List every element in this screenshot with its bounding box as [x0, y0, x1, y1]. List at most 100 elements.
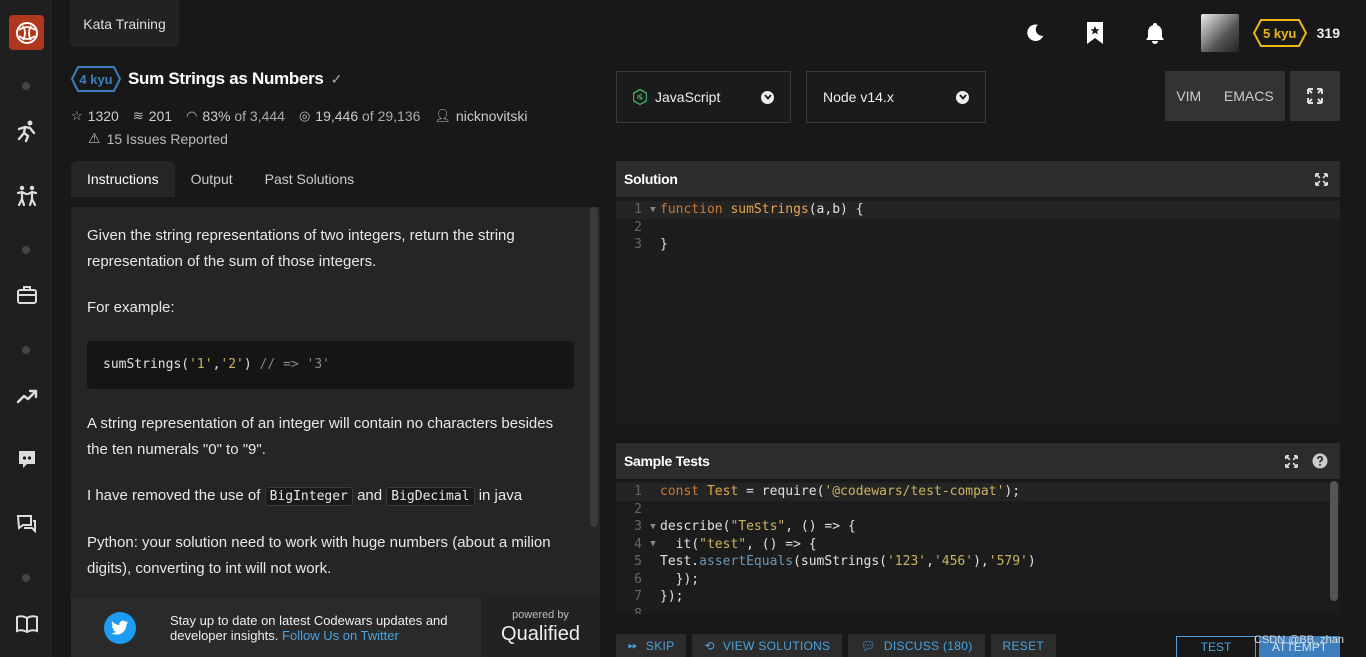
bookmark-icon[interactable]: [1065, 13, 1125, 53]
sample-tests-editor[interactable]: 1 const Test = require('@codewars/test-co…: [616, 481, 1340, 614]
kyu-badge: 4 kyu: [71, 66, 121, 92]
view-solutions-button[interactable]: ⟲ VIEW SOLUTIONS: [692, 634, 843, 657]
language-value: JavaScript: [655, 89, 721, 105]
bigdecimal-code: BigDecimal: [386, 487, 475, 506]
code-end: ): [1027, 554, 1036, 570]
code-require: require: [761, 484, 817, 500]
follow-twitter-link[interactable]: Follow Us on Twitter: [282, 628, 399, 643]
code-arg-a: '1': [189, 357, 213, 372]
code-function-name: sumStrings: [730, 202, 809, 218]
code-mid: ),: [973, 554, 989, 570]
chevron-down-icon: [761, 90, 774, 104]
code-line: 7});: [616, 588, 1340, 606]
stars-stat[interactable]: ☆ 1320: [71, 108, 119, 124]
chevron-down-icon: [956, 90, 969, 104]
banner-text: Stay up to date on latest Codewars updat…: [170, 613, 448, 643]
line-number: 5: [634, 554, 642, 570]
code-method: assertEquals: [699, 554, 794, 570]
twitter-icon[interactable]: [104, 611, 136, 644]
warning-icon: ⚠: [88, 130, 101, 146]
comments-icon: 💬︎: [860, 638, 876, 653]
expand-icon[interactable]: [1315, 172, 1328, 186]
training-icon[interactable]: [13, 117, 41, 145]
code-object: Test.: [660, 554, 700, 570]
collections-stat[interactable]: ≋ 201: [133, 108, 172, 124]
completed-of: of 29,136: [362, 108, 421, 124]
reset-button[interactable]: RESET: [990, 634, 1057, 657]
star-icon: ☆: [71, 108, 83, 123]
code-args: (a,b) {: [808, 202, 864, 218]
code-it: it: [660, 536, 692, 552]
briefcase-icon[interactable]: [13, 281, 41, 309]
code-line: 3}: [616, 236, 1340, 254]
qualified-branding[interactable]: powered by Qualified: [481, 598, 600, 657]
section-chip: Kata Training: [70, 0, 179, 47]
language-value-wrap: JavaScript: [633, 89, 720, 105]
author-stat[interactable]: 👤︎ nicknovitski: [434, 108, 527, 124]
fold-arrow-icon[interactable]: ▼: [646, 205, 660, 215]
practice-icon[interactable]: [13, 182, 41, 210]
help-icon[interactable]: [1312, 453, 1328, 469]
runtime-select[interactable]: Node v14.x: [806, 71, 986, 123]
runtime-value: Node v14.x: [823, 89, 894, 105]
dark-mode-moon-icon[interactable]: [1005, 13, 1065, 53]
notifications-bell-icon[interactable]: [1125, 13, 1185, 53]
tab-output[interactable]: Output: [175, 161, 249, 197]
code-eq: =: [738, 484, 762, 500]
kata-header: 4 kyu Sum Strings as Numbers ✓: [71, 66, 342, 92]
test-button[interactable]: TEST: [1176, 636, 1256, 657]
instructions-scrollbar[interactable]: [590, 207, 598, 527]
banner-line-2-text: developer insights.: [170, 627, 279, 643]
skip-button[interactable]: ⏩︎ SKIP: [616, 634, 687, 657]
discussion-icon[interactable]: [13, 510, 41, 538]
code-comment: // => '3': [259, 357, 330, 372]
docs-book-icon[interactable]: [13, 610, 41, 638]
discuss-button[interactable]: 💬︎ DISCUSS (180): [848, 634, 985, 657]
line-number: 1: [634, 484, 642, 500]
skip-label: SKIP: [645, 638, 675, 653]
nodejs-icon: [633, 89, 647, 105]
code-line: 4 ▼ it("test", () => {: [616, 536, 1340, 554]
java-note-b: in java: [478, 487, 523, 504]
banner-line-1: Stay up to date on latest Codewars updat…: [170, 612, 448, 628]
code-keyword: function: [660, 202, 723, 218]
discuss-label: DISCUSS (180): [883, 638, 973, 653]
expand-icon[interactable]: [1285, 454, 1298, 468]
layers-icon: ≋: [132, 108, 144, 123]
tab-instructions[interactable]: Instructions: [71, 161, 175, 197]
issues-reported[interactable]: ⚠ 15 Issues Reported: [88, 130, 228, 147]
fullscreen-button[interactable]: [1290, 71, 1340, 121]
code-line: 1 const Test = require('@codewars/test-co…: [616, 483, 1340, 501]
fold-arrow-icon[interactable]: ▼: [646, 522, 660, 532]
satisfaction-of: of 3,444: [234, 108, 285, 124]
issues-label: 15 Issues Reported: [106, 130, 228, 147]
emacs-mode-button[interactable]: EMACS: [1224, 88, 1274, 104]
author-name: nicknovitski: [455, 108, 528, 124]
collections-count: 201: [148, 108, 173, 124]
code-line: 2: [616, 501, 1340, 519]
code-close: }: [660, 237, 668, 253]
leaderboard-trend-icon[interactable]: [13, 382, 41, 410]
code-call: (sumStrings(: [793, 554, 887, 570]
language-select[interactable]: JavaScript: [616, 71, 791, 123]
solution-editor[interactable]: 1 ▼ function sumStrings (a,b) { 2 3}: [616, 199, 1340, 423]
completed-value: 19,446: [315, 108, 359, 124]
code-var: Test: [706, 484, 739, 500]
code-line: 3 ▼ describe("Tests", () => {: [616, 518, 1340, 536]
code-string: '579': [988, 554, 1028, 570]
tab-past-solutions[interactable]: Past Solutions: [249, 161, 371, 197]
discord-icon[interactable]: [13, 445, 41, 473]
vim-mode-button[interactable]: VIM: [1176, 88, 1201, 104]
code-string: "test": [699, 536, 747, 552]
constraint-paragraph: A string representation of an integer wi…: [87, 415, 554, 458]
user-avatar[interactable]: [1200, 14, 1239, 52]
tests-scrollbar[interactable]: [1330, 481, 1338, 601]
codewars-logo-icon[interactable]: [9, 15, 44, 50]
code-rest: , () => {: [746, 536, 817, 552]
rail-separator: [22, 346, 30, 354]
fold-arrow-icon[interactable]: ▼: [646, 539, 660, 549]
line-number: 7: [634, 589, 642, 605]
stars-count: 1320: [87, 108, 119, 124]
line-number: 3: [634, 237, 642, 253]
sample-tests-header: Sample Tests: [616, 443, 1340, 479]
